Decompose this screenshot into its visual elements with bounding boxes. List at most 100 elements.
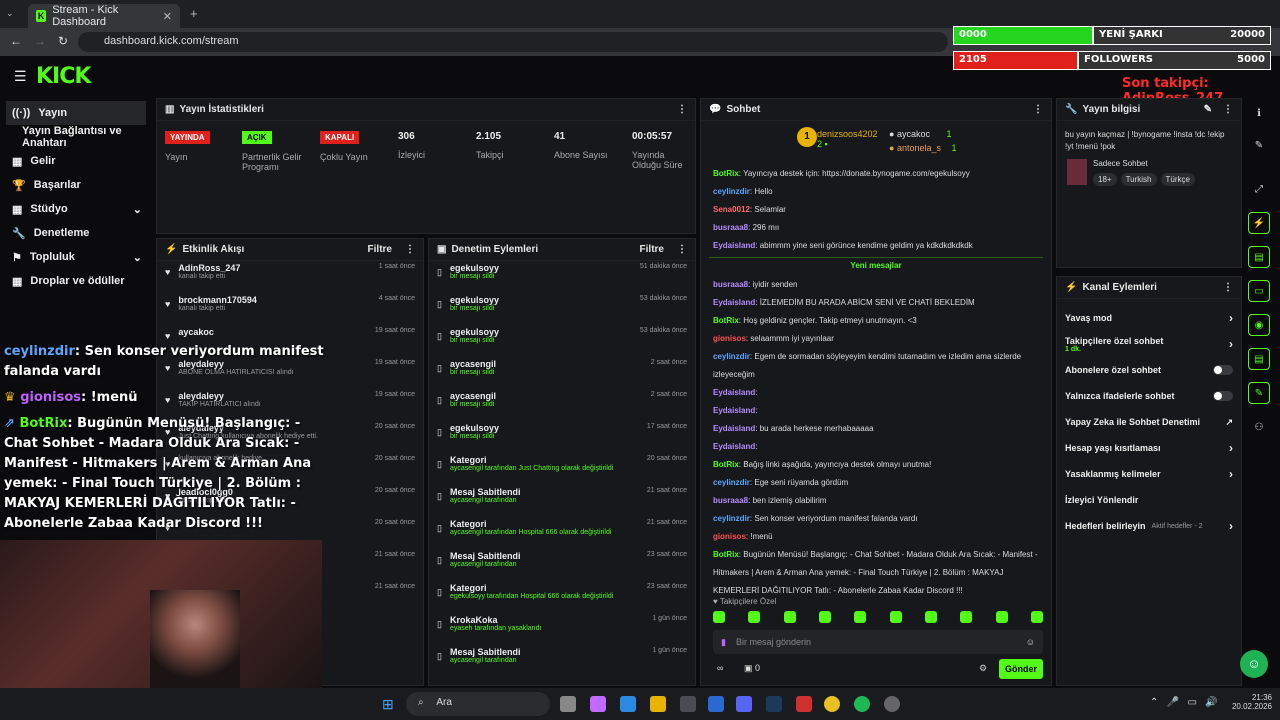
sidebar-item-gelir[interactable]: ▦ Gelir — [0, 149, 152, 173]
activity-row[interactable]: ♥ brockmann170594 kanalı takip etti 4 saat … — [157, 293, 423, 325]
chat-message[interactable]: Eydaisland: — [701, 438, 1051, 456]
tag-chip[interactable]: Türkçe — [1160, 173, 1195, 186]
chat-message[interactable]: BotRix: Bugünün Menüsü! Başlangıç: - Cha… — [701, 546, 1051, 600]
moderation-filter-button[interactable]: Filtre — [640, 244, 664, 255]
chat-message[interactable]: Eydaisland: İZLEMEDİM BU ARADA ABİCM SEN… — [701, 294, 1051, 312]
chat-username[interactable]: Eydaisland — [713, 298, 755, 307]
chat-message[interactable]: ceylinzdir: Hello — [701, 183, 1051, 201]
explorer-icon[interactable] — [650, 696, 666, 712]
chat-username[interactable]: busraaa8 — [713, 280, 748, 289]
moderation-row[interactable]: ▯ Mesaj Sabitlendi aycasengil tarafından 1 … — [429, 645, 695, 677]
chat-username[interactable]: ceylinzdir — [713, 478, 750, 487]
chat-message[interactable]: Eydaisland: — [701, 402, 1051, 420]
more-icon[interactable]: ⋮ — [677, 104, 687, 115]
chat-username[interactable]: gionisos — [713, 334, 746, 343]
chat-username[interactable]: Eydaisland — [713, 406, 755, 415]
chrome-icon[interactable] — [824, 696, 840, 712]
chat-username[interactable]: Eydaisland — [713, 424, 755, 433]
moderation-row[interactable]: ▯ Kategori aycasengil tarafından Hospital … — [429, 517, 695, 549]
chat-username[interactable]: Eydaisland — [713, 388, 755, 397]
people-icon[interactable]: ⚇ — [1248, 416, 1270, 438]
moderation-row[interactable]: ▯ egekulsoyy bir mesajı sildi 17 saat önce — [429, 421, 695, 453]
app-icon[interactable] — [796, 696, 812, 712]
chat-message[interactable]: Eydaisland: bu arada herkese merhabaaaaa — [701, 420, 1051, 438]
sidebar-item-topluluk[interactable]: ⚑ Topluluk ⌄ — [0, 245, 152, 269]
list-icon[interactable]: ▤ — [1248, 348, 1270, 370]
channel-action-item[interactable]: Abonelere özel sohbet — [1057, 357, 1241, 383]
chat-message[interactable]: Eydaisland: — [701, 384, 1051, 402]
top-gifter-1[interactable]: denizsoos4202 2 ▪ — [817, 129, 878, 149]
channel-action-item[interactable]: Hesap yaşı kısıtlaması › — [1057, 435, 1241, 461]
support-chat-icon[interactable]: ☺ — [1240, 650, 1268, 678]
chat-username[interactable]: Sena0012 — [713, 205, 750, 214]
tray-icons[interactable]: ⌃ 🎤 ▭ 🔊 — [1150, 697, 1218, 708]
steam-icon[interactable] — [766, 696, 782, 712]
more-icon[interactable]: ⋮ — [1033, 104, 1043, 115]
copilot-icon[interactable] — [590, 696, 606, 712]
browser-tab[interactable]: K Stream - Kick Dashboard ✕ — [28, 4, 180, 28]
moderation-row[interactable]: ▯ Kategori egekulsoyy tarafından Hospital … — [429, 581, 695, 613]
broadcast-icon[interactable]: ◉ — [1248, 314, 1270, 336]
chat-message[interactable]: BotRix: Bağış linki aşağıda, yayıncıya d… — [701, 456, 1051, 474]
channel-action-item[interactable]: İzleyici Yönlendir — [1057, 487, 1241, 513]
emote-icon[interactable] — [748, 611, 761, 623]
chat-message[interactable]: busraaa8: ben izlemiş olabilirim — [701, 492, 1051, 510]
obs-icon[interactable] — [884, 696, 900, 712]
new-tab-icon[interactable]: + — [190, 6, 198, 21]
hamburger-menu-icon[interactable]: ☰ — [14, 68, 27, 85]
points-indicator[interactable]: ∞ ▣ 0 — [717, 663, 760, 674]
moderation-row[interactable]: ▯ aycasengil bir mesajı sildi 2 saat önce — [429, 357, 695, 389]
activity-row[interactable]: ♥ AdinRoss_247 kanalı takip etti 1 saat önc… — [157, 261, 423, 293]
emote-icon[interactable] — [924, 611, 937, 623]
chat-message[interactable]: BotRix: Hoş geldiniz gençler. Takip etme… — [701, 312, 1051, 330]
emote-icon[interactable] — [1030, 611, 1043, 623]
top-gifter-2[interactable]: ● aycakoc 1 — [889, 129, 952, 139]
document-icon[interactable]: ▤ — [1248, 246, 1270, 268]
wrench-icon[interactable]: ✎ — [1248, 382, 1270, 404]
mail-icon[interactable] — [708, 696, 724, 712]
chat-message[interactable]: busraaa8: iyidir senden — [701, 276, 1051, 294]
moderation-row[interactable]: ▯ aycasengil bir mesajı sildi 2 saat önce — [429, 389, 695, 421]
moderation-row[interactable]: ▯ egekulsoyy bir mesajı sildi 53 dakika önc… — [429, 293, 695, 325]
chat-username[interactable]: busraaa8 — [713, 223, 748, 232]
emote-icon[interactable] — [818, 611, 831, 623]
chat-username[interactable]: BotRix — [713, 316, 739, 325]
edit-icon[interactable]: ✎ — [1248, 134, 1270, 156]
forward-icon[interactable]: → — [34, 34, 46, 48]
chat-username[interactable]: BotRix — [713, 169, 739, 178]
channel-action-item[interactable]: Yapay Zeka ile Sohbet Denetimi ↗ — [1057, 409, 1241, 435]
more-icon[interactable]: ⋮ — [405, 244, 415, 255]
store-icon[interactable] — [680, 696, 696, 712]
tag-chip[interactable]: 18+ — [1093, 173, 1117, 186]
toggle-switch[interactable] — [1213, 365, 1233, 375]
chat-username[interactable]: BotRix — [713, 550, 739, 559]
sidebar-item-droplar[interactable]: ▦ Droplar ve ödüller — [0, 269, 152, 293]
chat-message[interactable]: BotRix: Yayıncıya destek için: https://d… — [701, 165, 1051, 183]
channel-action-item[interactable]: Takipçilere özel sohbet 1 dk. › — [1057, 331, 1241, 357]
tab-menu-icon[interactable]: ⌄ — [6, 8, 20, 20]
chat-message[interactable]: ceylinzdir: Sen konser veriyordum manife… — [701, 510, 1051, 528]
emoji-icon[interactable]: ☺ — [1026, 637, 1035, 647]
info-icon[interactable]: ℹ — [1248, 102, 1270, 124]
chat-username[interactable]: Eydaisland — [713, 241, 755, 250]
chat-input[interactable]: ▮ Bir mesaj gönderin ☺ — [713, 630, 1043, 654]
emote-icon[interactable] — [960, 611, 973, 623]
moderation-row[interactable]: ▯ KrokaKoka eyaseh tarafından yasaklandı 1 … — [429, 613, 695, 645]
top-gifter-3[interactable]: ● antonela_s 1 — [889, 143, 957, 153]
chat-username[interactable]: busraaa8 — [713, 496, 748, 505]
emote-icon[interactable] — [995, 611, 1008, 623]
windows-start-icon[interactable]: ⊞ — [382, 696, 394, 713]
chat-message[interactable]: gionisos: !menü — [701, 528, 1051, 546]
edge-icon[interactable] — [620, 696, 636, 712]
spotify-icon[interactable] — [854, 696, 870, 712]
chat-message[interactable]: gionisos: selaammm iyi yayınlaar — [701, 330, 1051, 348]
channel-action-item[interactable]: Yalnızca ifadelerle sohbet — [1057, 383, 1241, 409]
chat-icon[interactable]: ▭ — [1248, 280, 1270, 302]
emote-icon[interactable] — [783, 611, 796, 623]
toggle-switch[interactable] — [1213, 391, 1233, 401]
more-icon[interactable]: ⋮ — [1223, 282, 1233, 293]
back-icon[interactable]: ← — [10, 34, 22, 48]
chat-username[interactable]: ceylinzdir — [713, 187, 750, 196]
moderation-row[interactable]: ▯ egekulsoyy bir mesajı sildi 53 dakika önc… — [429, 325, 695, 357]
kick-logo[interactable]: KICK — [36, 64, 91, 89]
